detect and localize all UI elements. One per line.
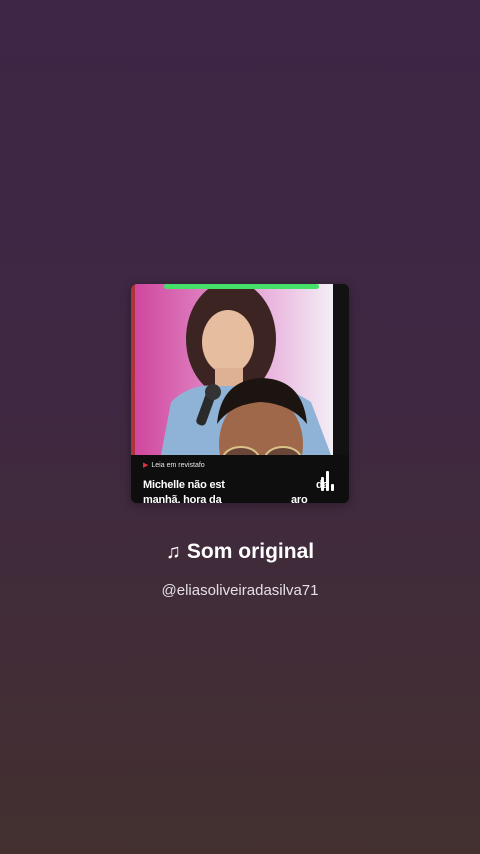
caption-line-1: Michelle não est da — [143, 479, 329, 491]
caption-tag: ▶ Leia em revistafo — [143, 461, 205, 469]
sound-title: ♫ Som original — [0, 540, 480, 564]
caption-line-2-start: manhã, hora da — [143, 494, 222, 503]
video-progress-bar — [164, 284, 319, 289]
caption-line-1-start: Michelle não est — [143, 479, 225, 491]
audio-bars-icon — [321, 471, 335, 491]
video-thumbnail-card[interactable]: ▶Leia em revistafo Michelle não est da m… — [131, 284, 349, 503]
sound-title-text: Som original — [186, 540, 315, 563]
sound-author-link[interactable]: @eliasoliveiradasilva71 — [0, 582, 480, 599]
caption-line-2-end: aro — [291, 494, 308, 503]
caption-tag-text: Leia em revistafo — [151, 462, 205, 469]
play-arrow-icon: ▶ — [143, 462, 149, 469]
music-note-icon: ♫ — [165, 541, 181, 563]
caption-line-2: manhã, hora da aro — [143, 494, 308, 503]
